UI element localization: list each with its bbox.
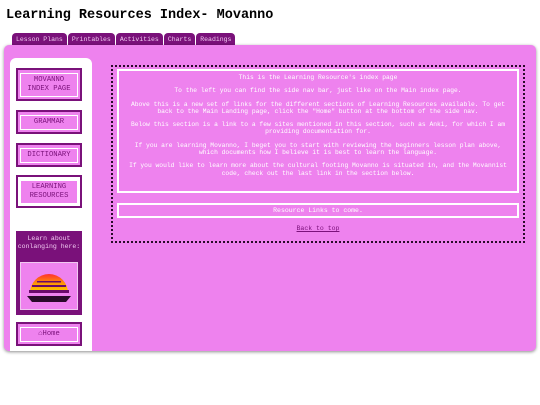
tab-lesson-plans[interactable]: Lesson Plans	[12, 33, 67, 45]
nav-index-button[interactable]: MOVANNO INDEX PAGE	[16, 68, 82, 101]
nav-home-button[interactable]: ⌂Home	[16, 322, 82, 346]
intro-box: This is the Learning Resource's index pa…	[117, 69, 519, 193]
main-frame: MOVANNO INDEX PAGE GRAMMAR DICTIONARY LE…	[4, 45, 536, 351]
intro-paragraph: Above this is a new set of links for the…	[130, 100, 506, 115]
nav-index-label: MOVANNO INDEX PAGE	[20, 72, 78, 97]
tab-charts[interactable]: Charts	[163, 33, 196, 45]
tab-readings[interactable]: Readings	[196, 33, 236, 45]
nav-learning-resources-button[interactable]: LEARNING RESOURCES	[16, 175, 82, 208]
page-title: Learning Resources Index- Movanno	[6, 8, 274, 23]
sunset-logo-icon	[27, 274, 71, 302]
conlang-label: Learn about conlanging here:	[17, 235, 81, 250]
resource-links-box: Resource Links to come.	[117, 203, 519, 218]
side-nav: MOVANNO INDEX PAGE GRAMMAR DICTIONARY LE…	[10, 58, 92, 351]
intro-heading: This is the Learning Resource's index pa…	[238, 74, 398, 81]
tab-activities[interactable]: Activities	[115, 33, 163, 45]
intro-paragraph: Below this section is a link to a few si…	[130, 121, 506, 136]
intro-paragraph: If you are learning Movanno, I beget you…	[134, 141, 502, 157]
content-area: This is the Learning Resource's index pa…	[111, 65, 525, 243]
nav-dictionary-label: DICTIONARY	[20, 147, 78, 163]
section-tabs: Lesson Plans Printables Activities Chart…	[12, 33, 236, 45]
conlang-logo-image[interactable]	[20, 262, 78, 310]
intro-paragraph: To the left you can find the side nav ba…	[174, 87, 462, 95]
nav-grammar-label: GRAMMAR	[20, 114, 78, 130]
nav-grammar-button[interactable]: GRAMMAR	[16, 110, 82, 134]
intro-paragraph: If you would like to learn more about th…	[129, 162, 507, 177]
back-to-top-link[interactable]: Back to top	[113, 225, 523, 232]
nav-learning-resources-label: LEARNING RESOURCES	[20, 179, 78, 204]
nav-home-label: ⌂Home	[20, 326, 78, 342]
conlang-panel[interactable]: Learn about conlanging here:	[16, 231, 82, 315]
tab-printables[interactable]: Printables	[67, 33, 115, 45]
nav-dictionary-button[interactable]: DICTIONARY	[16, 143, 82, 167]
